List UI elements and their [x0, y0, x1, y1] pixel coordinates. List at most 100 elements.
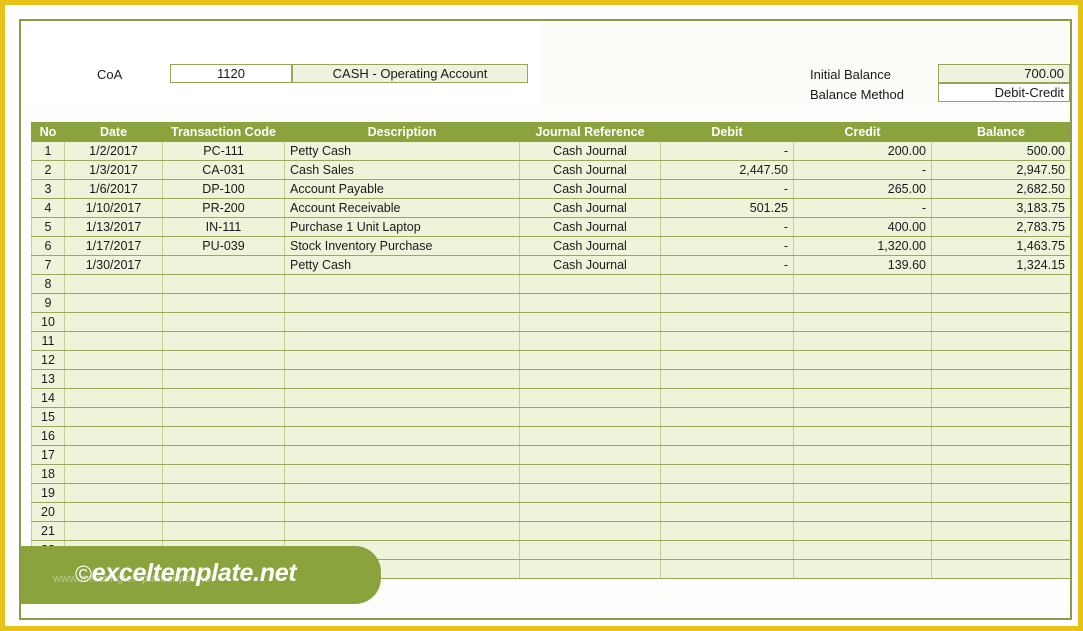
cell-code[interactable]	[162, 350, 285, 370]
cell-journal[interactable]	[519, 445, 661, 465]
cell-no[interactable]: 4	[31, 198, 65, 218]
cell-no[interactable]: 2	[31, 160, 65, 180]
cell-balance[interactable]: 2,682.50	[931, 179, 1070, 199]
cell-no[interactable]: 6	[31, 236, 65, 256]
cell-no[interactable]: 18	[31, 464, 65, 484]
column-header-description[interactable]: Description	[284, 122, 520, 142]
cell-journal[interactable]	[519, 293, 661, 313]
cell-balance[interactable]	[931, 350, 1070, 370]
cell-code[interactable]: PR-200	[162, 198, 285, 218]
cell-journal[interactable]	[519, 521, 661, 541]
cell-code[interactable]	[162, 255, 285, 275]
cell-description[interactable]	[284, 426, 520, 446]
cell-journal[interactable]: Cash Journal	[519, 179, 661, 199]
cell-debit[interactable]: -	[660, 141, 794, 161]
cell-credit[interactable]	[793, 293, 932, 313]
table-row[interactable]: 8	[31, 274, 1070, 294]
initial-balance-field[interactable]: 700.00	[938, 64, 1070, 83]
cell-debit[interactable]	[660, 312, 794, 332]
cell-no[interactable]: 12	[31, 350, 65, 370]
table-row[interactable]: 17	[31, 445, 1070, 465]
cell-credit[interactable]: -	[793, 160, 932, 180]
cell-description[interactable]: Petty Cash	[284, 141, 520, 161]
cell-debit[interactable]: -	[660, 179, 794, 199]
cell-date[interactable]	[64, 331, 163, 351]
cell-code[interactable]: IN-111	[162, 217, 285, 237]
column-header-balance[interactable]: Balance	[931, 122, 1070, 142]
cell-description[interactable]	[284, 407, 520, 427]
cell-debit[interactable]	[660, 274, 794, 294]
cell-journal[interactable]	[519, 483, 661, 503]
cell-description[interactable]: Petty Cash	[284, 255, 520, 275]
cell-date[interactable]	[64, 350, 163, 370]
coa-code-field[interactable]: 1120	[170, 64, 292, 83]
cell-description[interactable]	[284, 388, 520, 408]
cell-date[interactable]: 1/13/2017	[64, 217, 163, 237]
cell-no[interactable]: 3	[31, 179, 65, 199]
cell-credit[interactable]	[793, 502, 932, 522]
cell-description[interactable]	[284, 483, 520, 503]
cell-debit[interactable]	[660, 502, 794, 522]
cell-balance[interactable]	[931, 464, 1070, 484]
cell-debit[interactable]: 2,447.50	[660, 160, 794, 180]
cell-debit[interactable]	[660, 369, 794, 389]
column-header-code[interactable]: Transaction Code	[162, 122, 285, 142]
cell-date[interactable]: 1/17/2017	[64, 236, 163, 256]
cell-code[interactable]	[162, 331, 285, 351]
cell-journal[interactable]	[519, 540, 661, 560]
cell-balance[interactable]	[931, 388, 1070, 408]
cell-balance[interactable]	[931, 483, 1070, 503]
cell-credit[interactable]	[793, 464, 932, 484]
cell-no[interactable]: 5	[31, 217, 65, 237]
table-row[interactable]: 12	[31, 350, 1070, 370]
table-row[interactable]: 14	[31, 388, 1070, 408]
cell-debit[interactable]	[660, 445, 794, 465]
cell-balance[interactable]	[931, 445, 1070, 465]
cell-journal[interactable]	[519, 350, 661, 370]
cell-code[interactable]: PC-111	[162, 141, 285, 161]
cell-date[interactable]	[64, 312, 163, 332]
cell-date[interactable]	[64, 407, 163, 427]
cell-credit[interactable]	[793, 521, 932, 541]
cell-debit[interactable]: 501.25	[660, 198, 794, 218]
cell-journal[interactable]	[519, 426, 661, 446]
cell-date[interactable]	[64, 502, 163, 522]
cell-balance[interactable]	[931, 369, 1070, 389]
cell-date[interactable]	[64, 445, 163, 465]
cell-date[interactable]	[64, 369, 163, 389]
cell-description[interactable]	[284, 312, 520, 332]
cell-no[interactable]: 17	[31, 445, 65, 465]
cell-description[interactable]	[284, 350, 520, 370]
cell-balance[interactable]	[931, 331, 1070, 351]
cell-balance[interactable]	[931, 521, 1070, 541]
cell-credit[interactable]	[793, 312, 932, 332]
cell-journal[interactable]	[519, 559, 661, 579]
cell-date[interactable]	[64, 426, 163, 446]
cell-balance[interactable]	[931, 502, 1070, 522]
cell-credit[interactable]	[793, 350, 932, 370]
cell-code[interactable]: PU-039	[162, 236, 285, 256]
cell-credit[interactable]	[793, 445, 932, 465]
cell-balance[interactable]	[931, 293, 1070, 313]
cell-balance[interactable]	[931, 407, 1070, 427]
cell-debit[interactable]	[660, 331, 794, 351]
cell-credit[interactable]	[793, 407, 932, 427]
table-row[interactable]: 7 1/30/2017 Petty Cash Cash Journal -139.60 1…	[31, 255, 1070, 275]
cell-credit[interactable]	[793, 559, 932, 579]
table-row[interactable]: 10	[31, 312, 1070, 332]
cell-balance[interactable]	[931, 540, 1070, 560]
cell-credit[interactable]: -	[793, 198, 932, 218]
cell-no[interactable]: 15	[31, 407, 65, 427]
cell-code[interactable]	[162, 274, 285, 294]
cell-balance[interactable]	[931, 426, 1070, 446]
table-row[interactable]: 21	[31, 521, 1070, 541]
table-row[interactable]: 4 1/10/2017 PR-200 Account Receivable Cash J…	[31, 198, 1070, 218]
cell-code[interactable]	[162, 293, 285, 313]
cell-date[interactable]: 1/3/2017	[64, 160, 163, 180]
cell-balance[interactable]	[931, 274, 1070, 294]
cell-no[interactable]: 21	[31, 521, 65, 541]
cell-date[interactable]	[64, 483, 163, 503]
cell-debit[interactable]	[660, 407, 794, 427]
cell-code[interactable]	[162, 407, 285, 427]
cell-journal[interactable]	[519, 369, 661, 389]
